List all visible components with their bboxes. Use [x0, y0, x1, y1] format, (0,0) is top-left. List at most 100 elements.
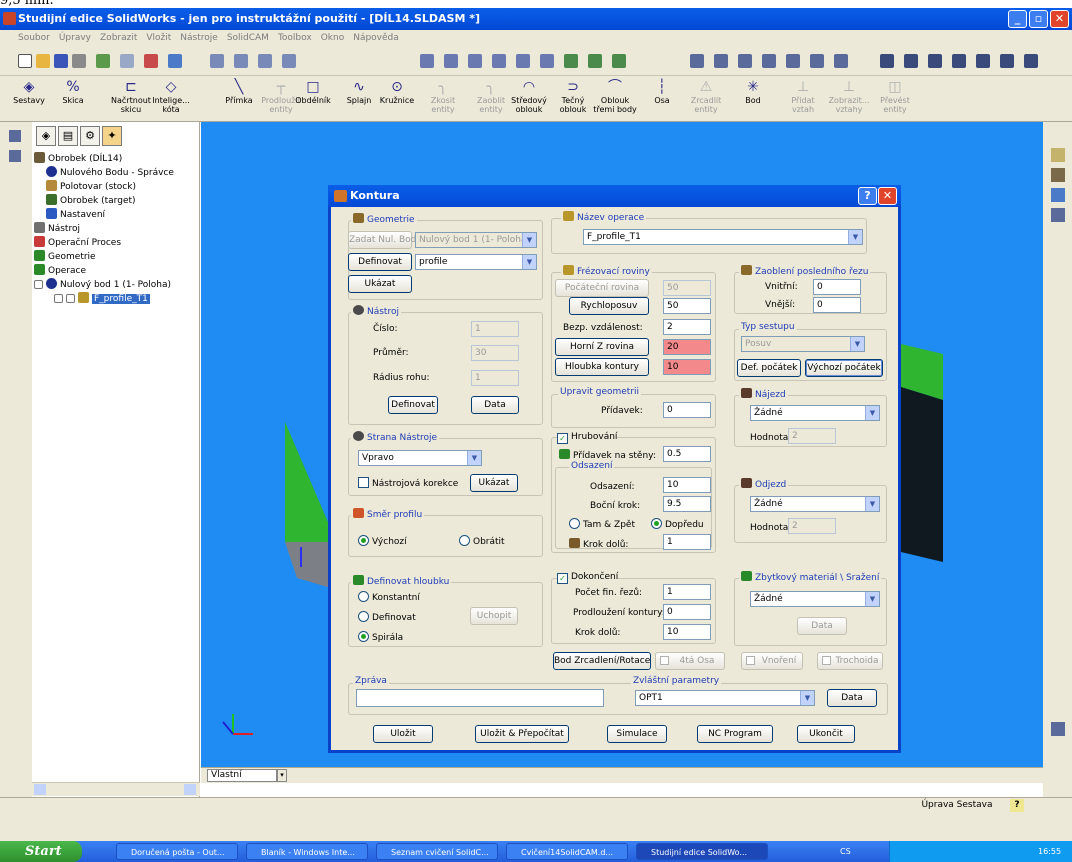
- zoom-fit-icon[interactable]: [690, 54, 704, 68]
- task-outlook[interactable]: Doručená pošta - Out...: [116, 843, 238, 860]
- menu-soubor[interactable]: Soubor: [18, 33, 50, 43]
- design-library-icon[interactable]: [1051, 168, 1065, 182]
- section-view-icon[interactable]: [1000, 54, 1014, 68]
- view-standard-icon[interactable]: [420, 54, 434, 68]
- perspective-icon[interactable]: [976, 54, 990, 68]
- cmd-tangent-arc[interactable]: ⊃ Tečný oblouk: [550, 79, 596, 114]
- menu-napoveda[interactable]: Nápověda: [353, 33, 399, 43]
- scroll-right-icon[interactable]: [184, 784, 196, 795]
- tree-item-operation-profile[interactable]: F_profile_T1: [54, 292, 150, 305]
- nesting-button[interactable]: Vnoření: [741, 652, 803, 670]
- allowance-field[interactable]: 0: [663, 402, 711, 418]
- tool-side-select[interactable]: Vpravo ▼: [358, 450, 482, 466]
- rebuild-icon[interactable]: [96, 54, 110, 68]
- shaded-edges-icon[interactable]: [928, 54, 942, 68]
- expand-pane-icon[interactable]: [1051, 208, 1065, 222]
- save-icon[interactable]: [54, 54, 68, 68]
- select-icon[interactable]: [144, 54, 158, 68]
- hidden-lines-icon[interactable]: [904, 54, 918, 68]
- depth-constant-radio[interactable]: Konstantní: [358, 591, 420, 604]
- tree-item-origin-manager[interactable]: Nulového Bodu - Správce: [46, 166, 174, 179]
- tree-item-settings[interactable]: Nastavení: [46, 208, 105, 221]
- start-plane-button[interactable]: Počáteční rovina: [555, 279, 649, 297]
- retreat-select[interactable]: Žádné ▼: [750, 496, 880, 512]
- cmd-axis[interactable]: ┆ Osa: [639, 79, 685, 105]
- shaded-icon[interactable]: [952, 54, 966, 68]
- view-shaded-icon[interactable]: [564, 54, 578, 68]
- tree-item-tool[interactable]: Nástroj: [34, 222, 80, 235]
- simulation-button[interactable]: Simulace: [607, 725, 667, 743]
- rest-material-select[interactable]: Žádné ▼: [750, 591, 880, 607]
- direction-default-radio[interactable]: Výchozí: [358, 535, 407, 548]
- special-params-select[interactable]: OPT1 ▼: [635, 690, 815, 706]
- special-params-data-button[interactable]: Data: [827, 689, 877, 707]
- depth-define-radio[interactable]: Definovat: [358, 611, 416, 624]
- safety-distance-field[interactable]: 2: [663, 319, 711, 335]
- profile-depth-button[interactable]: Hloubka kontury: [555, 358, 649, 376]
- pick-depth-button[interactable]: Uchopit: [470, 607, 518, 625]
- collapse-icon[interactable]: [9, 150, 21, 162]
- define-tool-button[interactable]: Definovat: [388, 396, 438, 414]
- exit-button[interactable]: Ukončit: [797, 725, 855, 743]
- property-manager-tab-icon[interactable]: ▤: [58, 126, 78, 146]
- resources-icon[interactable]: [1051, 148, 1065, 162]
- menu-solidcam[interactable]: SolidCAM: [227, 33, 269, 43]
- geometry-select[interactable]: profile ▼: [415, 254, 537, 270]
- view-zoom-icon[interactable]: [210, 54, 224, 68]
- retreat-value-field[interactable]: 2: [788, 518, 836, 534]
- zero-point-button[interactable]: Zadat Nul. Bod: [348, 231, 416, 249]
- finish-passes-field[interactable]: 1: [663, 584, 711, 600]
- view-orient-icon[interactable]: [282, 54, 296, 68]
- cmd-sketch[interactable]: % Skica: [50, 79, 96, 105]
- save-button[interactable]: Uložit: [373, 725, 433, 743]
- view-normal-icon[interactable]: [540, 54, 554, 68]
- print-icon[interactable]: [72, 54, 86, 68]
- cmd-point[interactable]: ✳ Bod: [730, 79, 776, 105]
- view-hidden-icon[interactable]: [612, 54, 626, 68]
- options-icon[interactable]: [168, 54, 182, 68]
- tree-item-operations[interactable]: Operace: [34, 264, 86, 277]
- view-top-icon[interactable]: [468, 54, 482, 68]
- default-start-button[interactable]: Výchozí počátek: [805, 359, 883, 377]
- file-explorer-icon[interactable]: [1051, 188, 1065, 202]
- help-icon[interactable]: ?: [1010, 799, 1024, 812]
- rest-material-data-button[interactable]: Data: [797, 617, 847, 635]
- tool-data-button[interactable]: Data: [471, 396, 519, 414]
- rapid-plane-button[interactable]: Rychloposuv: [569, 297, 649, 315]
- configuration-manager-tab-icon[interactable]: ⚙: [80, 126, 100, 146]
- finish-step-down-field[interactable]: 10: [663, 624, 711, 640]
- collapse-pane-icon[interactable]: [1051, 722, 1065, 736]
- cmd-mirror[interactable]: ⚠ Zrcadlit entity: [683, 79, 729, 114]
- tree-scrollbar[interactable]: [32, 782, 200, 796]
- tree-item-zero-point[interactable]: Nulový bod 1 (1- Poloha): [34, 278, 171, 291]
- feature-filter-icon[interactable]: [9, 130, 21, 142]
- task-internet-explorer[interactable]: Blaník - Windows Inte...: [246, 843, 368, 860]
- undo-icon[interactable]: [120, 54, 134, 68]
- tab-custom[interactable]: Vlastní: [207, 769, 277, 782]
- corner-radius-field[interactable]: 1: [471, 370, 519, 386]
- upper-level-button[interactable]: Horní Z rovina: [555, 338, 649, 356]
- cmd-chamfer[interactable]: ╮ Zkosit entity: [420, 79, 466, 114]
- minimize-button[interactable]: _: [1008, 10, 1027, 28]
- cmd-circle[interactable]: ⊙ Kružnice: [374, 79, 420, 105]
- cmd-three-point-arc[interactable]: ⌒ Oblouk třemi body: [592, 79, 638, 114]
- inner-field[interactable]: 0: [813, 279, 861, 295]
- view-iso-icon[interactable]: [516, 54, 530, 68]
- view-front-icon[interactable]: [444, 54, 458, 68]
- trochoid-button[interactable]: Trochoida: [817, 652, 883, 670]
- nc-program-button[interactable]: NC Program: [697, 725, 773, 743]
- direction-reverse-radio[interactable]: Obrátit: [459, 535, 505, 548]
- show-geometry-button[interactable]: Ukázat: [348, 275, 412, 293]
- tree-item-process[interactable]: Operační Proces: [34, 236, 121, 249]
- dialog-help-button[interactable]: ?: [858, 187, 877, 205]
- define-geometry-button[interactable]: Definovat: [348, 253, 412, 271]
- view-pan-icon[interactable]: [234, 54, 248, 68]
- cmd-line[interactable]: ╲ Přímka: [216, 79, 262, 105]
- profile-extension-field[interactable]: 0: [663, 604, 711, 620]
- language-indicator[interactable]: CS: [840, 841, 851, 862]
- rotate-icon[interactable]: [786, 54, 800, 68]
- zoom-inout-icon[interactable]: [738, 54, 752, 68]
- view-edges-icon[interactable]: [588, 54, 602, 68]
- menu-nastroje[interactable]: Nástroje: [180, 33, 218, 43]
- message-field[interactable]: [356, 689, 604, 707]
